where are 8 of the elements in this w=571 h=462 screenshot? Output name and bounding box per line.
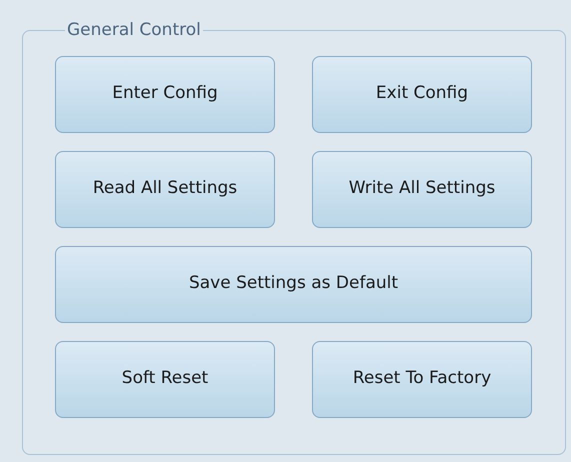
action-button[interactable]: Soft Reset — [55, 340, 275, 418]
action-button[interactable]: Reset To Factory — [312, 340, 532, 418]
action-button[interactable]: Write All Settings — [312, 150, 532, 228]
action-button[interactable]: Save Settings as Default — [55, 246, 532, 322]
action-button[interactable]: Enter Config — [55, 56, 275, 132]
group-title: General Control — [66, 19, 202, 42]
action-button[interactable]: Exit Config — [312, 56, 532, 132]
action-button[interactable]: Read All Settings — [55, 150, 275, 228]
